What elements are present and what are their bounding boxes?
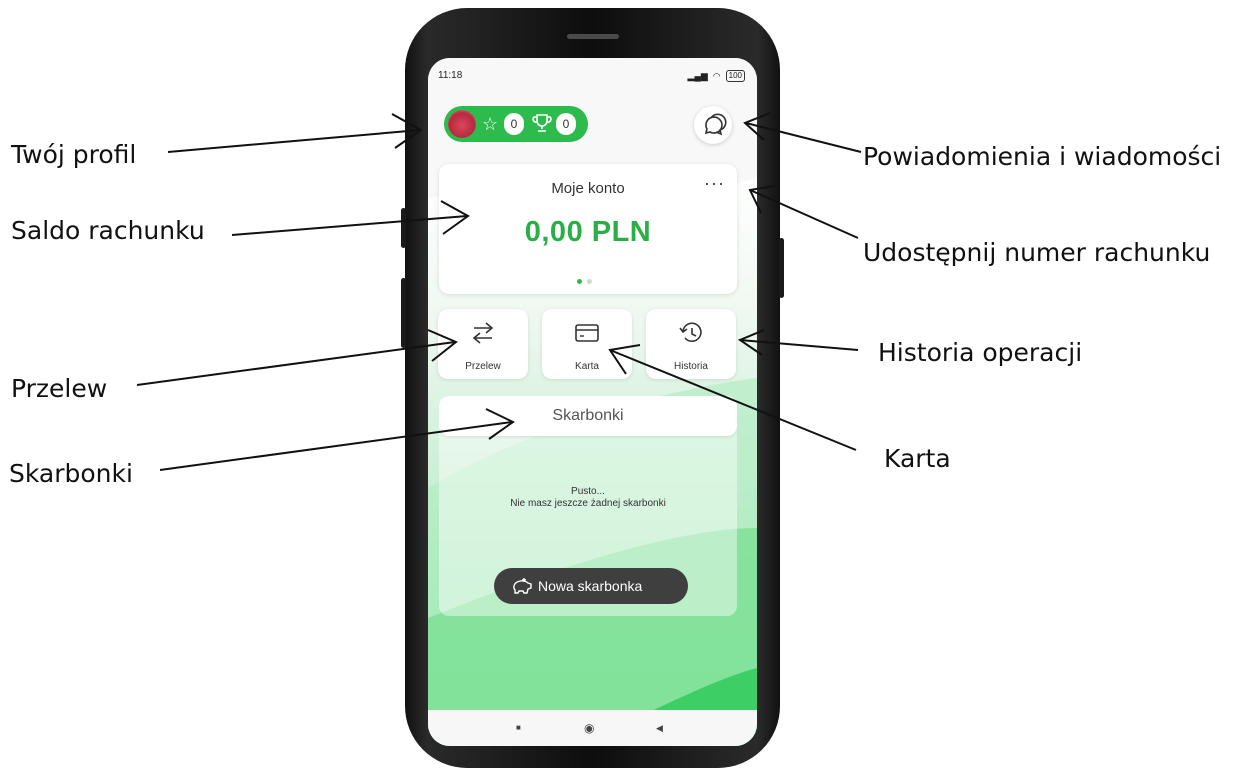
card-icon bbox=[575, 324, 599, 342]
piggy-banks-title: Skarbonki bbox=[552, 407, 624, 424]
callout-balance: Saldo rachunku bbox=[11, 216, 205, 245]
empty-state-title: Pusto... bbox=[571, 486, 605, 497]
status-icons: ▂▄▆ ◠ 100 bbox=[688, 70, 745, 82]
transfer-label: Przelew bbox=[465, 361, 501, 372]
account-title: Moje konto bbox=[551, 180, 625, 197]
piggy-banks-header[interactable]: Skarbonki bbox=[439, 396, 737, 436]
piggy-bank-icon bbox=[513, 578, 532, 594]
wifi-icon: ◠ bbox=[712, 70, 721, 81]
recent-apps-icon[interactable]: ■ bbox=[516, 720, 521, 736]
stars-count: 0 bbox=[504, 113, 524, 135]
callout-notifications: Powiadomienia i wiadomości bbox=[863, 142, 1222, 171]
callout-piggy-banks: Skarbonki bbox=[9, 459, 133, 488]
pager-dot-active[interactable] bbox=[577, 279, 582, 284]
history-clock-icon bbox=[679, 322, 702, 343]
new-piggy-bank-button[interactable]: Nowa skarbonka bbox=[494, 568, 688, 604]
account-pager bbox=[577, 279, 592, 284]
star-icon: ☆ bbox=[482, 114, 499, 134]
transfer-button[interactable]: Przelew bbox=[438, 309, 528, 379]
signal-icon: ▂▄▆ bbox=[687, 70, 708, 81]
callout-history: Historia operacji bbox=[878, 338, 1083, 367]
avatar[interactable] bbox=[448, 110, 476, 138]
phone-side-button bbox=[401, 278, 406, 348]
status-time: 11:18 bbox=[438, 70, 463, 81]
home-icon[interactable]: ◉ bbox=[584, 720, 594, 736]
system-nav-bar: ■ ◉ ◀ bbox=[428, 710, 757, 746]
account-balance: 0,00 PLN bbox=[524, 216, 652, 248]
profile-button[interactable]: ☆ 0 0 bbox=[444, 106, 588, 142]
chat-bubbles-icon bbox=[704, 113, 727, 136]
pager-dot[interactable] bbox=[587, 279, 592, 284]
phone-frame: 11:18 ▂▄▆ ◠ 100 ☆ 0 0 Moje konto ··· 0,0… bbox=[401, 8, 784, 768]
transfer-arrows-icon bbox=[472, 322, 494, 344]
back-icon[interactable]: ◀ bbox=[656, 720, 663, 736]
new-piggy-bank-label: Nowa skarbonka bbox=[538, 578, 643, 594]
phone-side-button bbox=[401, 208, 406, 248]
phone-speaker bbox=[567, 34, 619, 39]
account-card[interactable]: Moje konto ··· 0,00 PLN bbox=[439, 164, 737, 294]
callout-transfer: Przelew bbox=[11, 374, 108, 403]
notifications-button[interactable] bbox=[694, 106, 732, 144]
trophy-icon bbox=[532, 112, 552, 140]
battery-icon: 100 bbox=[725, 70, 745, 82]
app-screen: 11:18 ▂▄▆ ◠ 100 ☆ 0 0 Moje konto ··· 0,0… bbox=[428, 58, 757, 746]
piggy-banks-panel: Skarbonki Pusto... Nie masz jeszcze żadn… bbox=[439, 396, 737, 616]
card-label: Karta bbox=[575, 361, 599, 372]
status-bar: 11:18 ▂▄▆ ◠ 100 bbox=[428, 70, 757, 86]
trophies-count: 0 bbox=[556, 113, 576, 135]
arrow-profile bbox=[167, 113, 423, 153]
callout-share-account: Udostępnij numer rachunku bbox=[863, 238, 1211, 267]
history-button[interactable]: Historia bbox=[646, 309, 736, 379]
history-label: Historia bbox=[674, 361, 708, 372]
callout-card: Karta bbox=[884, 444, 951, 473]
card-button[interactable]: Karta bbox=[542, 309, 632, 379]
callout-profile: Twój profil bbox=[11, 140, 137, 169]
share-account-menu-button[interactable]: ··· bbox=[704, 173, 725, 194]
empty-state-subtitle: Nie masz jeszcze żadnej skarbonki bbox=[510, 498, 666, 509]
phone-side-button bbox=[779, 238, 784, 298]
